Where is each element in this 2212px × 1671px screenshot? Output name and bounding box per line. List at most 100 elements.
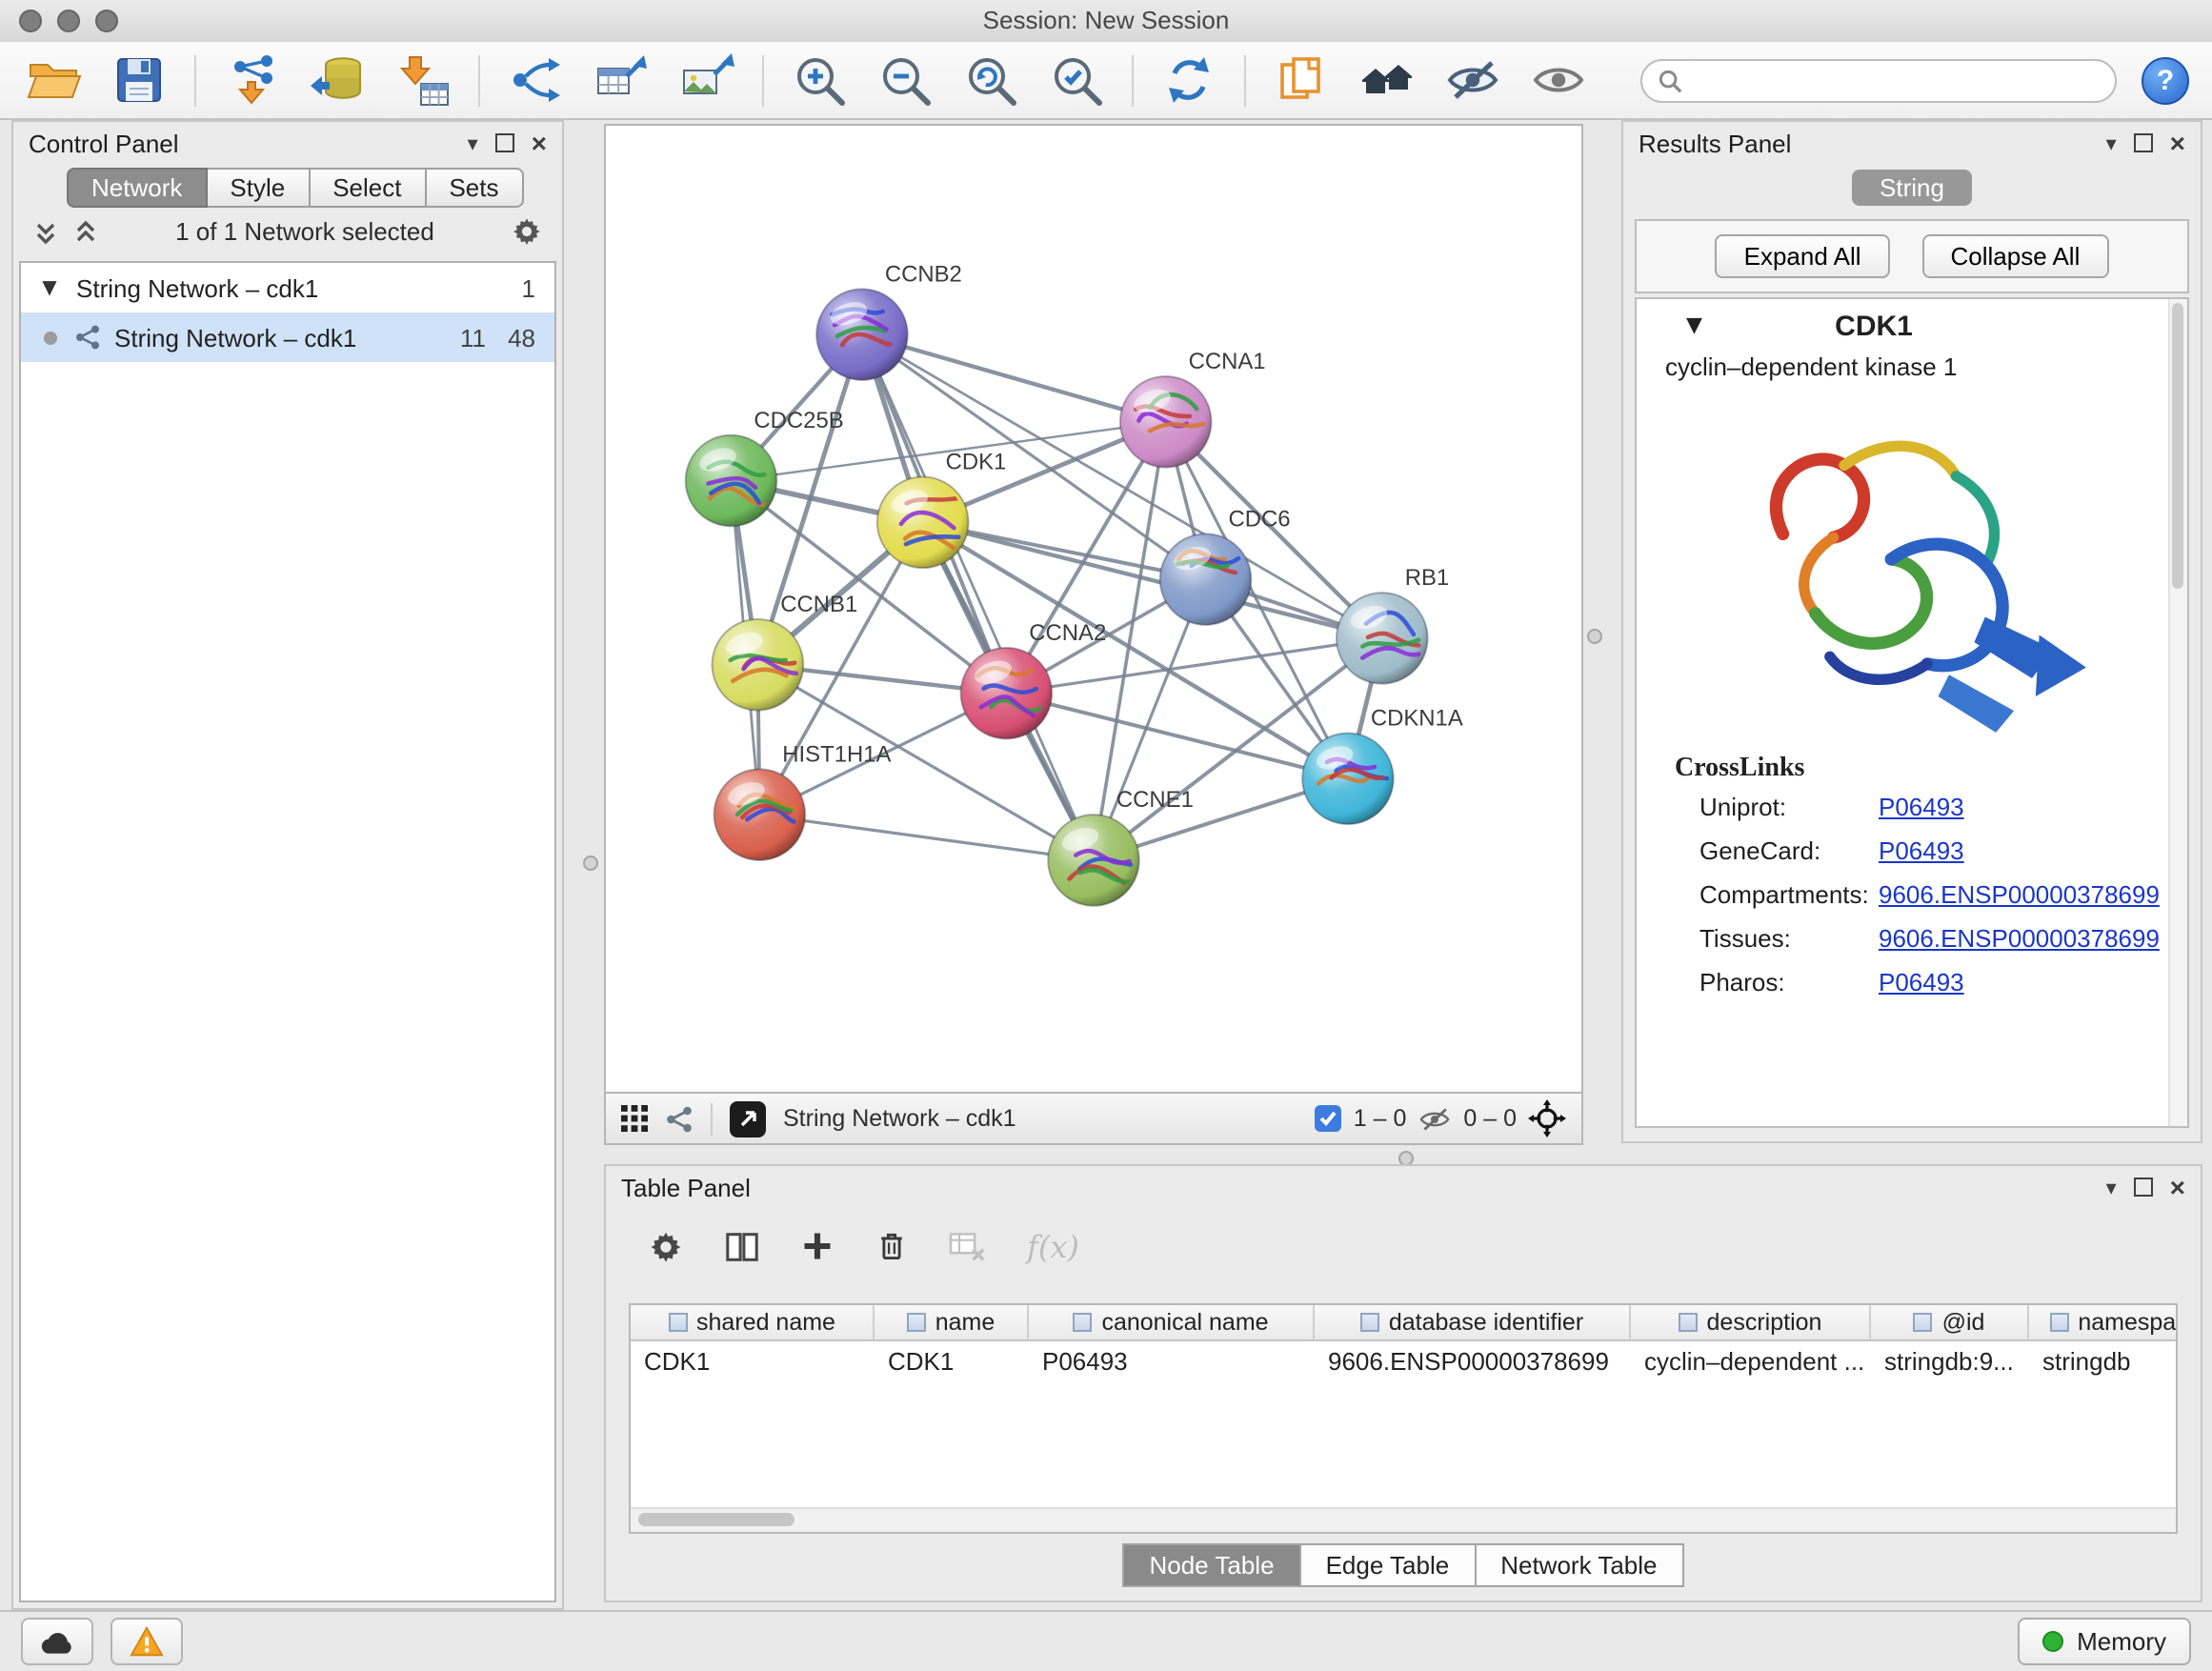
tree-expand-triangle-icon[interactable]: ▼ <box>36 277 63 298</box>
import-network-database-button[interactable] <box>307 50 368 111</box>
delete-column-icon[interactable] <box>875 1229 909 1263</box>
panel-menu-icon[interactable]: ▾ <box>468 132 478 153</box>
select-columns-icon[interactable] <box>724 1228 760 1264</box>
node-label-CDC25B: CDC25B <box>754 408 843 433</box>
column-header-description[interactable]: description <box>1631 1305 1871 1341</box>
network-node-CCNB1[interactable] <box>713 619 804 711</box>
network-view-icon[interactable] <box>665 1104 694 1133</box>
birdseye-button[interactable] <box>730 1100 766 1137</box>
export-table-button[interactable] <box>591 50 652 111</box>
network-edge[interactable] <box>862 334 1094 860</box>
collapse-all-button[interactable]: Collapse All <box>1922 234 2109 278</box>
help-button[interactable]: ? <box>2142 56 2189 104</box>
crosslink-link[interactable]: P06493 <box>1879 793 1964 821</box>
export-image-button[interactable] <box>676 50 737 111</box>
table-tab-node-table[interactable]: Node Table <box>1122 1543 1300 1587</box>
zoom-fit-button[interactable] <box>960 50 1021 111</box>
network-collection-row[interactable]: ▼ String Network – cdk1 1 <box>21 263 554 312</box>
scrollbar-thumb[interactable] <box>638 1513 794 1526</box>
search-box[interactable] <box>1640 58 2117 102</box>
export-network-button[interactable] <box>505 50 566 111</box>
results-scrollbar[interactable] <box>2168 299 2187 1126</box>
network-node-CCNE1[interactable] <box>1048 815 1139 906</box>
open-session-button[interactable] <box>23 50 84 111</box>
column-header-namespac[interactable]: namespac <box>2029 1305 2178 1341</box>
network-node-CCNA1[interactable] <box>1120 376 1212 468</box>
zoom-out-button[interactable] <box>875 50 935 111</box>
network-row[interactable]: String Network – cdk1 11 48 <box>21 312 554 362</box>
crosslink-row: Compartments:9606.ENSP00000378699 <box>1637 873 2187 916</box>
panel-float-icon[interactable] <box>2134 133 2153 152</box>
network-node-RB1[interactable] <box>1337 593 1428 684</box>
panel-float-icon[interactable] <box>495 133 514 152</box>
network-edge[interactable] <box>759 815 1094 860</box>
collapse-all-icon[interactable] <box>32 218 59 245</box>
network-view[interactable]: CCNB2CCNA1CDC25BCDK1CDC6RB1CCNB1CCNA2CDK… <box>604 124 1583 1094</box>
panel-menu-icon[interactable]: ▾ <box>2106 132 2117 153</box>
add-column-icon[interactable] <box>800 1229 835 1263</box>
network-node-CDK1[interactable] <box>877 477 969 569</box>
pan-crosshair-icon[interactable] <box>1528 1099 1566 1137</box>
network-node-CDC6[interactable] <box>1160 534 1252 625</box>
network-node-CCNB2[interactable] <box>816 289 908 380</box>
selected-checkbox-icon[interactable] <box>1316 1105 1342 1132</box>
network-graph[interactable]: CCNB2CCNA1CDC25BCDK1CDC6RB1CCNB1CCNA2CDK… <box>606 126 1581 1092</box>
memory-button[interactable]: Memory <box>2018 1618 2191 1665</box>
left-splitter-handle[interactable] <box>583 856 598 871</box>
search-input[interactable] <box>1694 64 2100 96</box>
network-node-CCNA2[interactable] <box>961 648 1053 739</box>
clone-network-button[interactable] <box>1271 50 1332 111</box>
crosslink-link[interactable]: P06493 <box>1879 968 1964 997</box>
crosslink-link[interactable]: 9606.ENSP00000378699 <box>1879 924 2160 953</box>
column-header--id[interactable]: @id <box>1871 1305 2029 1341</box>
zoom-out-icon <box>876 51 934 109</box>
gene-detail-card: ▼ CDK1 cyclin–dependent kinase 1 Cros <box>1635 297 2189 1128</box>
column-header-name[interactable]: name <box>875 1305 1029 1341</box>
network-node-CDKN1A[interactable] <box>1302 733 1394 824</box>
control-tab-select[interactable]: Select <box>310 168 426 208</box>
expand-all-icon[interactable] <box>72 218 99 245</box>
table-tab-network-table[interactable]: Network Table <box>1476 1543 1683 1587</box>
control-tab-network[interactable]: Network <box>67 168 207 208</box>
column-header-canonical-name[interactable]: canonical name <box>1029 1305 1315 1341</box>
import-network-file-button[interactable] <box>221 50 282 111</box>
zoom-in-button[interactable] <box>789 50 850 111</box>
network-node-CDC25B[interactable] <box>686 435 777 527</box>
gear-icon[interactable] <box>511 215 543 248</box>
panel-menu-icon[interactable]: ▾ <box>2106 1177 2117 1198</box>
crosslink-link[interactable]: 9606.ENSP00000378699 <box>1879 880 2160 909</box>
show-all-button[interactable] <box>1528 50 1589 111</box>
cloud-button[interactable] <box>21 1618 93 1665</box>
panel-float-icon[interactable] <box>2134 1178 2153 1197</box>
crosslink-link[interactable]: P06493 <box>1879 836 1964 865</box>
apply-layout-button[interactable] <box>1158 50 1219 111</box>
column-header-database-identifier[interactable]: database identifier <box>1315 1305 1631 1341</box>
control-tab-sets[interactable]: Sets <box>426 168 523 208</box>
control-tab-style[interactable]: Style <box>207 168 310 208</box>
save-session-button[interactable] <box>109 50 170 111</box>
column-type-icon <box>907 1313 926 1332</box>
expand-all-button[interactable]: Expand All <box>1716 234 1890 278</box>
zoom-selected-button[interactable] <box>1046 50 1107 111</box>
network-node-HIST1H1A[interactable] <box>714 769 806 860</box>
panel-close-icon[interactable]: × <box>532 130 547 156</box>
column-type-icon <box>1360 1313 1379 1332</box>
table-tab-edge-table[interactable]: Edge Table <box>1301 1543 1477 1587</box>
hide-selected-button[interactable] <box>1442 50 1503 111</box>
network-edge[interactable] <box>862 334 1166 422</box>
refresh-icon <box>1160 51 1217 109</box>
import-table-button[interactable] <box>392 50 453 111</box>
first-neighbors-button[interactable] <box>1357 50 1418 111</box>
gene-description: cyclin–dependent kinase 1 <box>1637 352 2187 381</box>
results-tab-string[interactable]: String <box>1851 170 1973 206</box>
right-splitter-handle[interactable] <box>1587 629 1602 644</box>
window-title: Session: New Session <box>0 6 2212 34</box>
panel-close-icon[interactable]: × <box>2170 130 2185 156</box>
horizontal-scrollbar[interactable] <box>631 1507 2176 1532</box>
table-row[interactable]: CDK1CDK1P064939606.ENSP00000378699cyclin… <box>631 1341 2176 1379</box>
table-gear-icon[interactable] <box>648 1228 684 1264</box>
grid-view-icon[interactable] <box>621 1105 648 1132</box>
column-header-shared-name[interactable]: shared name <box>631 1305 875 1341</box>
panel-close-icon[interactable]: × <box>2170 1174 2185 1200</box>
warnings-button[interactable] <box>111 1618 183 1665</box>
